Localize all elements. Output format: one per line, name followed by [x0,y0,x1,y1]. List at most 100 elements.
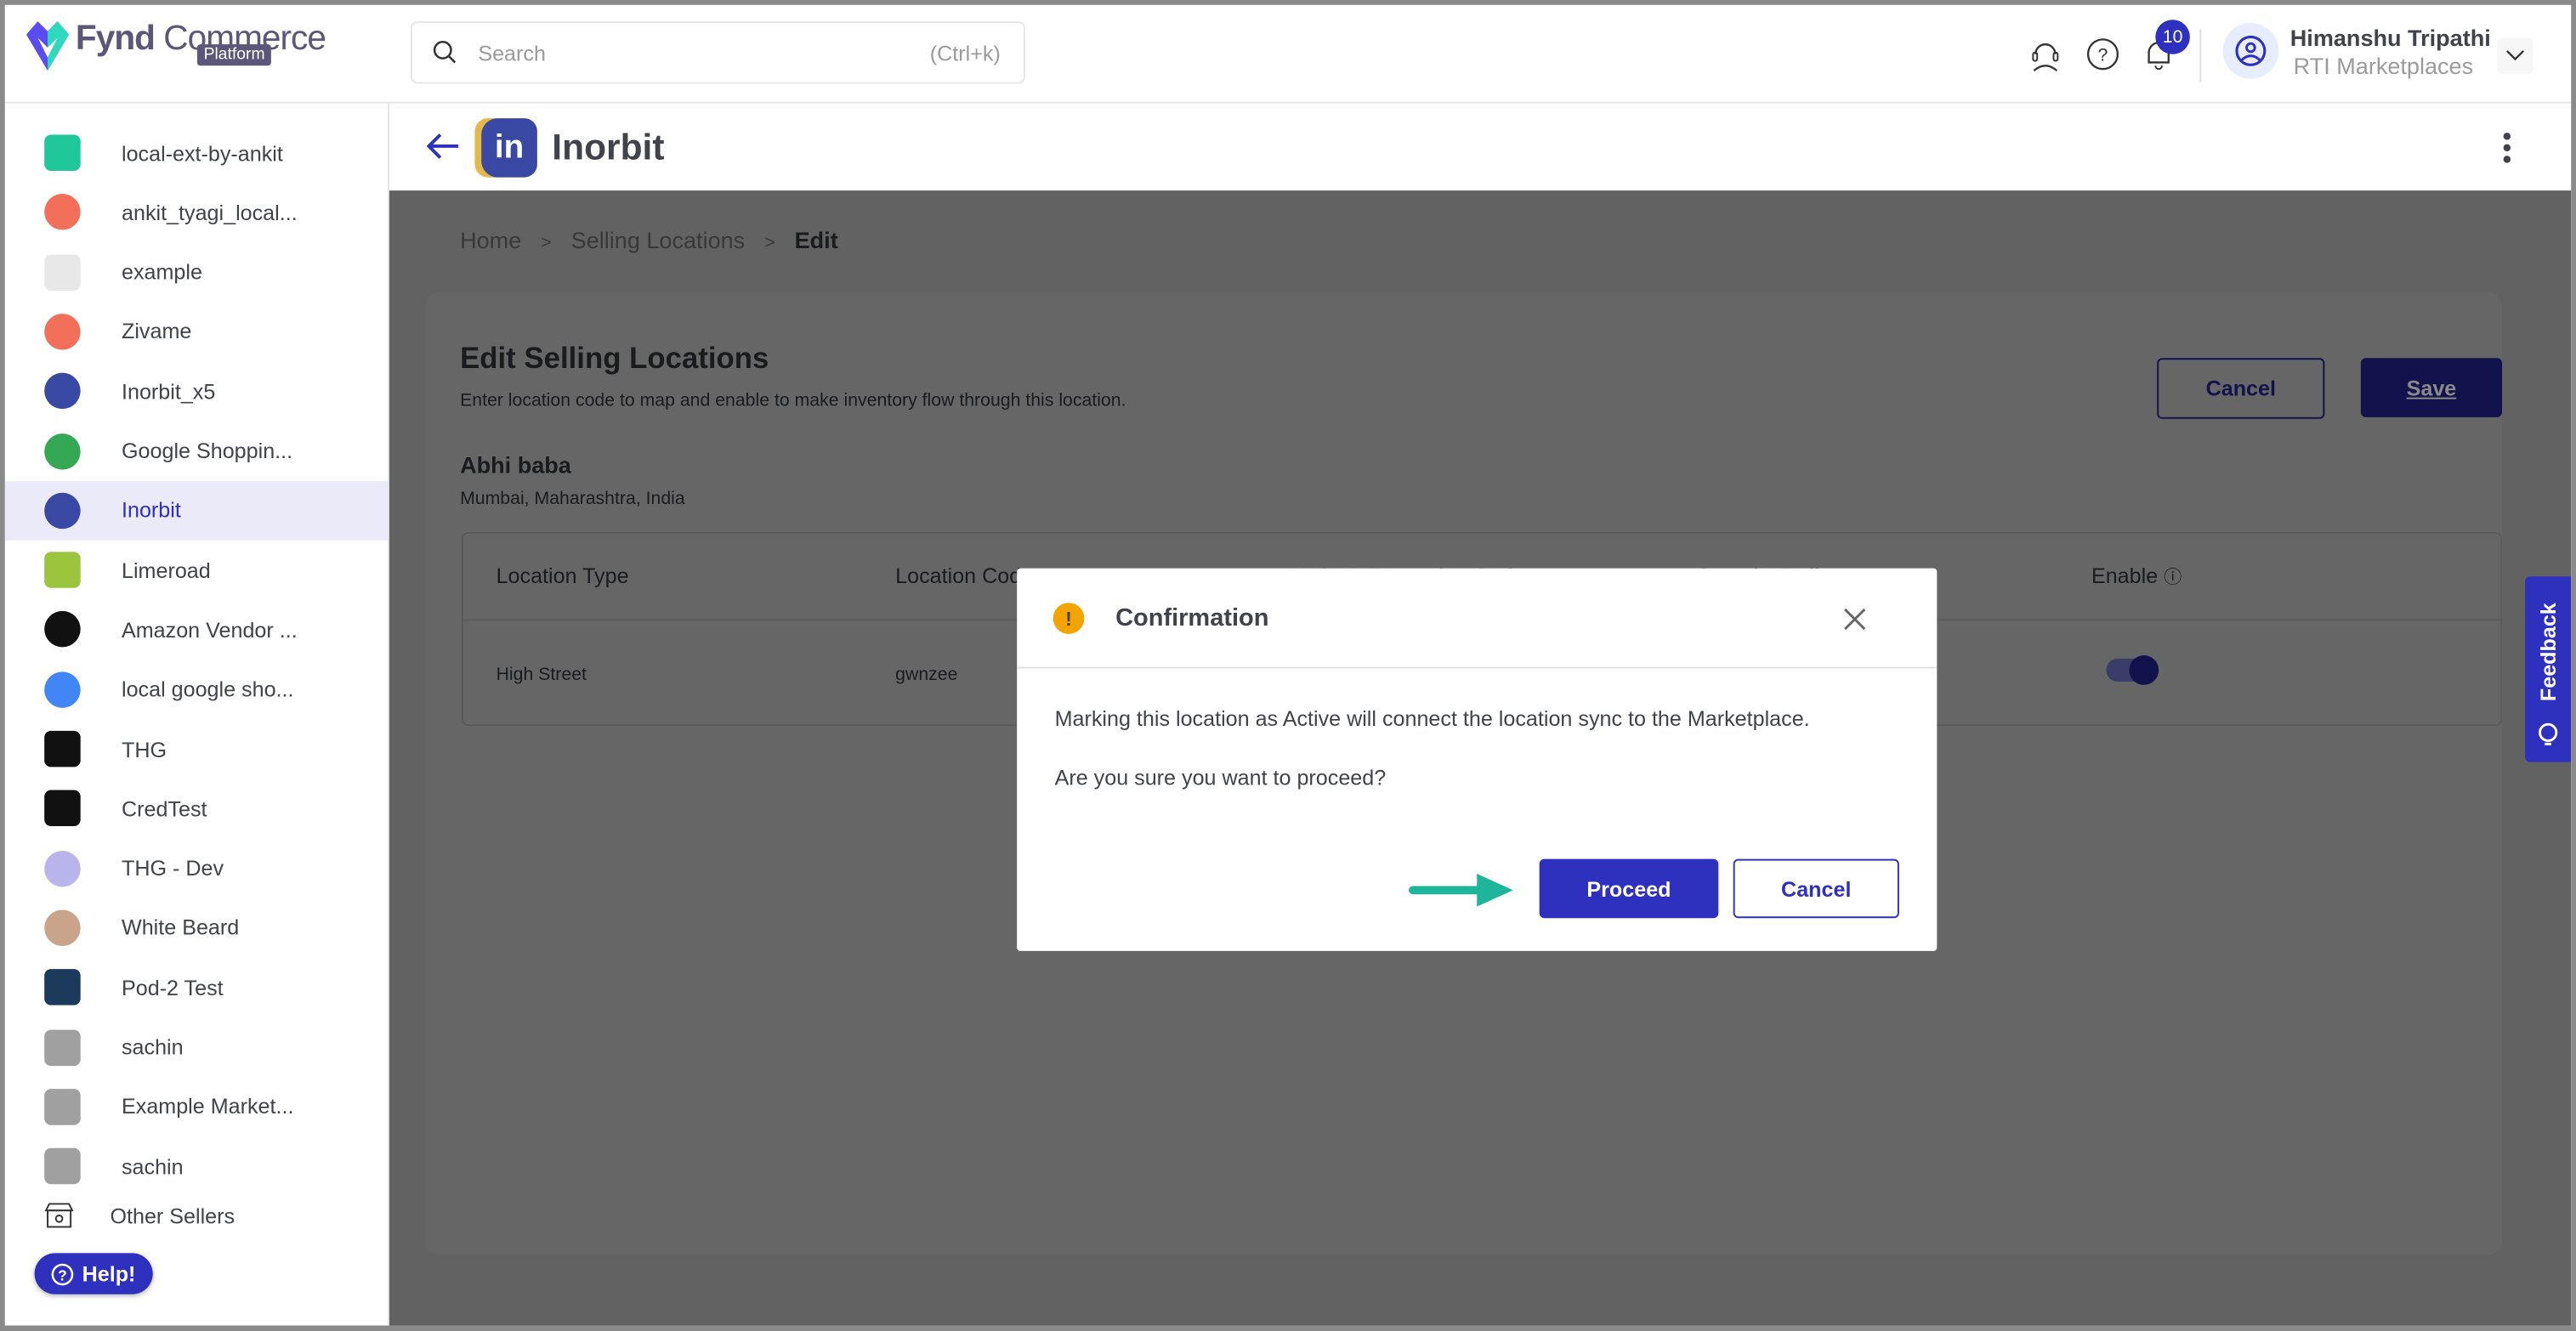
cred-icon [44,790,81,827]
zivame-icon [44,313,81,350]
sidebar-item-label: sachin [121,1034,184,1060]
save-button[interactable]: Save [2360,358,2503,417]
column-header: Location Code [895,563,1034,588]
avatar[interactable] [2222,23,2279,79]
svg-text:?: ? [58,1266,67,1283]
card-title: Edit Selling Locations [460,341,769,375]
dialog-question: Are you sure you want to proceed? [1054,765,1387,790]
dialog-cancel-button[interactable]: Cancel [1733,858,1899,919]
user-org: RTI Marketplaces [2293,52,2474,79]
sidebar-item-pod-2-test[interactable]: Pod-2 Test [5,958,388,1017]
proceed-button[interactable]: Proceed [1539,858,1719,919]
sidebar-item-local-google-sho[interactable]: local google sho... [5,660,388,719]
pointer-arrow-icon [1409,874,1513,907]
sidebar-item-label: local google sho... [121,677,294,702]
sidebar-item-example[interactable]: example [5,242,388,302]
search-shortcut: (Ctrl+k) [929,40,1001,65]
user-name: Himanshu Tripathi [2289,24,2491,51]
google-shopping-icon [44,671,81,708]
location-name: Abhi baba [460,451,571,479]
help-icon: ? [51,1262,74,1285]
cell-location-code: gwnzee [895,665,958,685]
card-subtitle: Enter location code to map and enable to… [460,390,1126,411]
search-input[interactable]: Search (Ctrl+k) [411,21,1025,84]
back-arrow-icon[interactable] [425,133,462,160]
warning-icon: ! [1053,603,1085,634]
sidebar-item-thg[interactable]: THG [5,719,388,779]
sidebar-item-label: Inorbit_x5 [121,378,216,404]
sidebar-item-label: Inorbit [121,498,181,524]
sidebar-item-amazon-vendor[interactable]: Amazon Vendor ... [5,600,388,660]
puzzle-icon [44,1088,81,1125]
sidebar-item-label: Amazon Vendor ... [121,617,298,643]
lightbulb-icon [2539,722,2558,745]
dialog-message: Marking this location as Active will con… [1054,705,1810,731]
dialog-title: Confirmation [1115,604,1269,632]
cancel-button[interactable]: Cancel [2157,358,2325,419]
enable-toggle[interactable] [2106,655,2159,685]
sidebar-item-ankit-tyagi-local[interactable]: ankit_tyagi_local... [5,183,388,242]
sidebar-item-google-shoppin[interactable]: Google Shoppin... [5,422,388,481]
more-vertical-icon[interactable] [2502,132,2512,165]
sidebar-item-sachin[interactable]: sachin [5,1136,388,1196]
divider [2199,29,2202,82]
thg-icon [44,730,81,767]
close-icon[interactable] [1843,608,1866,631]
breadcrumb-edit: Edit [794,226,838,253]
beard-icon [44,909,81,946]
store-icon [44,1203,74,1228]
sidebar-item-limeroad[interactable]: Limeroad [5,541,388,600]
inorbit-icon [44,492,81,529]
sidebar-item-zivame[interactable]: Zivame [5,302,388,361]
sidebar-item-white-beard[interactable]: White Beard [5,898,388,958]
sidebar-item-inorbit-x5[interactable]: Inorbit_x5 [5,361,388,421]
page-header: in Inorbit [389,103,2572,191]
sidebar-item-label: THG - Dev [121,855,224,881]
sidebar-item-local-ext-by-ankit[interactable]: local-ext-by-ankit [5,123,388,183]
sidebar-item-label: sachin [121,1153,184,1179]
amazon-icon [44,611,81,649]
google-shopping-icon [44,433,81,469]
fynd-logo-icon [26,21,70,71]
pod-icon [44,969,81,1005]
column-header: Location Type [496,563,629,588]
sidebar-item-label: CredTest [121,796,207,821]
sidebar-item-credtest[interactable]: CredTest [5,779,388,839]
top-bar: Fynd Commerce Platform Search (Ctrl+k) ?… [4,4,2572,104]
help-circle-icon[interactable]: ? [2085,37,2121,73]
sidebar-item-thg-dev[interactable]: THG - Dev [5,839,388,898]
breadcrumb-home[interactable]: Home [460,227,521,253]
column-header: Enable ⓘ [2091,563,2182,588]
sidebar-item-example-market[interactable]: Example Market... [5,1077,388,1136]
search-icon [433,41,457,64]
svg-text:?: ? [2098,44,2108,65]
sidebar-item-label: THG [121,736,167,762]
inorbit-icon [44,373,81,410]
sidebar-item-sachin[interactable]: sachin [5,1017,388,1077]
support-headset-icon[interactable] [2028,37,2064,73]
notification-count-badge[interactable]: 10 [2155,20,2190,54]
location-address: Mumbai, Maharashtra, India [460,489,685,510]
sidebar: Other Sellers ? Help! local-ext-by-ankit… [4,103,389,1326]
sidebar-item-label: Zivame [121,319,192,344]
cat-icon [44,850,81,886]
zivame-z-icon [44,194,81,231]
breadcrumb-selling-locations[interactable]: Selling Locations [571,227,746,253]
sidebar-item-label: White Beard [121,915,240,941]
sidebar-item-label: example [121,259,202,285]
puzzle-icon [44,1147,81,1185]
confirmation-dialog: ! Confirmation Marking this location as … [1017,568,1938,951]
sidebar-item-label: ankit_tyagi_local... [121,200,298,225]
fynd-logo[interactable]: Fynd Commerce [26,20,326,71]
inorbit-logo: in [474,118,537,178]
info-icon: ⓘ [2164,568,2182,588]
chevron-down-icon [2506,50,2524,61]
user-menu-dropdown[interactable] [2497,37,2533,74]
help-button[interactable]: ? Help! [34,1253,152,1294]
feedback-tab[interactable]: Feedback [2525,576,2572,762]
page-title: Inorbit [552,126,665,168]
sidebar-item-label: Pod-2 Test [121,975,224,1000]
sidebar-item-label: Example Market... [121,1094,294,1119]
sidebar-item-label: Google Shoppin... [121,438,293,463]
sidebar-item-inorbit[interactable]: Inorbit [4,480,389,541]
